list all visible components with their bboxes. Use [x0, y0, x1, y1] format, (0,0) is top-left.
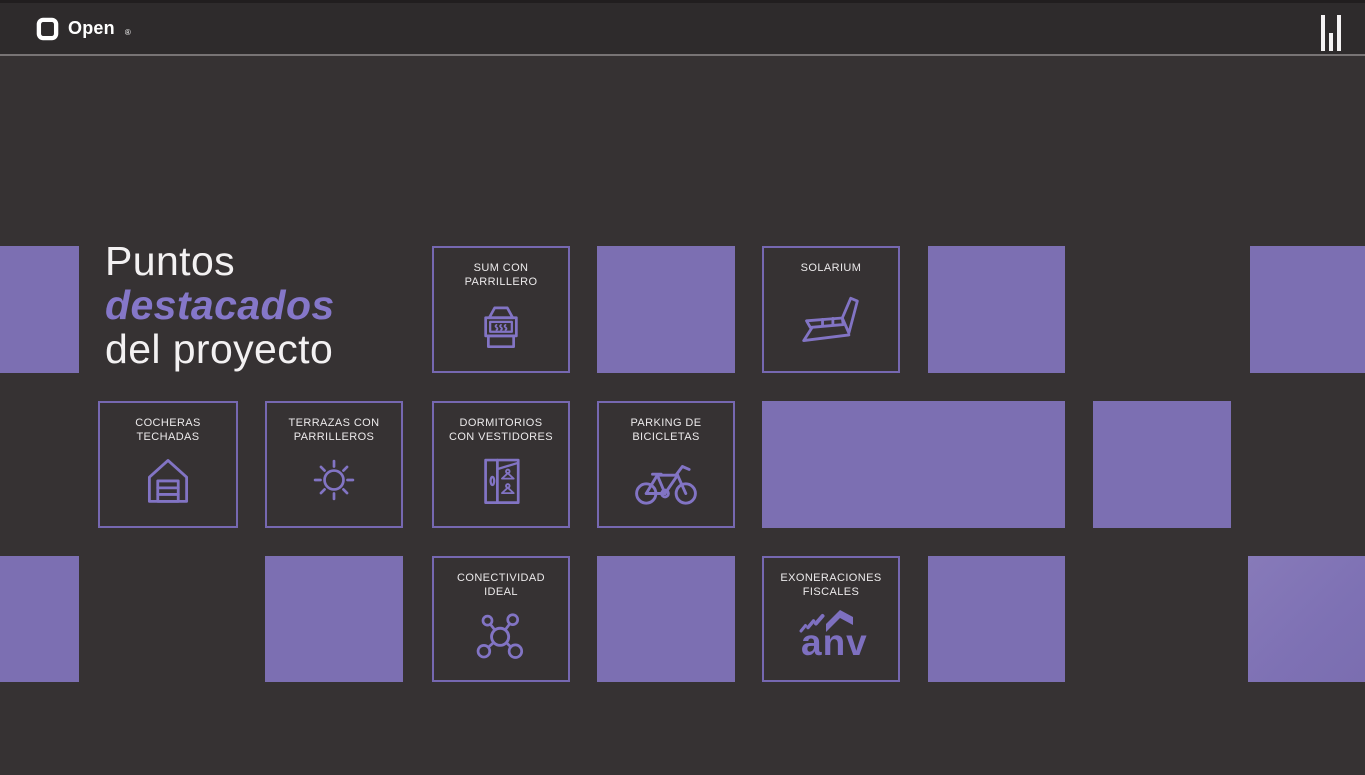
- brand-logo[interactable]: Open ®: [36, 16, 131, 41]
- card-label: SUM CON PARRILLERO: [448, 261, 554, 289]
- purple-tile: [928, 556, 1065, 682]
- title-line-2: destacados: [105, 283, 335, 327]
- menu-bar-right: [1337, 15, 1341, 51]
- purple-tile-wide: [762, 401, 1065, 528]
- card-label: PARKING DE BICICLETAS: [613, 416, 719, 444]
- page-title: Puntos destacados del proyecto: [105, 239, 335, 371]
- grill-icon: [440, 289, 562, 361]
- card-sum-con-parrillero: SUM CON PARRILLERO: [432, 246, 570, 373]
- garage-icon: [106, 444, 230, 516]
- title-line-1: Puntos: [105, 239, 335, 283]
- card-exoneraciones-fiscales: EXONERACIONES FISCALES anv: [762, 556, 900, 682]
- page: Open ® Puntos destacados del proyecto SU…: [0, 0, 1365, 775]
- menu-bar-left: [1321, 15, 1325, 51]
- brand-name: Open: [68, 16, 115, 40]
- anv-logo: anv: [770, 599, 892, 670]
- purple-tile: [597, 556, 735, 682]
- card-terrazas-con-parrilleros: TERRAZAS CON PARRILLEROS: [265, 401, 403, 528]
- card-label: TERRAZAS CON PARRILLEROS: [281, 416, 387, 444]
- top-bar: Open ®: [0, 0, 1365, 56]
- purple-tile: [0, 556, 79, 682]
- sun-icon: [273, 444, 395, 516]
- purple-tile-textured: [1248, 556, 1365, 682]
- lounge-chair-icon: [770, 275, 892, 361]
- purple-tile: [1093, 401, 1231, 528]
- card-label: CONECTIVIDAD IDEAL: [448, 571, 554, 599]
- menu-bars-icon[interactable]: [1321, 15, 1341, 51]
- network-icon: [440, 599, 562, 670]
- purple-tile: [1250, 246, 1365, 373]
- menu-bar-middle: [1329, 33, 1333, 51]
- registered-mark: ®: [125, 28, 131, 37]
- card-conectividad-ideal: CONECTIVIDAD IDEAL: [432, 556, 570, 682]
- wardrobe-icon: [440, 444, 562, 516]
- card-label: EXONERACIONES FISCALES: [778, 571, 884, 599]
- purple-tile: [265, 556, 403, 682]
- card-dormitorios-con-vestidores: DORMITORIOS CON VESTIDORES: [432, 401, 570, 528]
- card-cocheras-techadas: COCHERAS TECHADAS: [98, 401, 238, 528]
- title-line-3: del proyecto: [105, 327, 335, 371]
- card-label: DORMITORIOS CON VESTIDORES: [448, 416, 554, 444]
- card-parking-de-bicicletas: PARKING DE BICICLETAS: [597, 401, 735, 528]
- bicycle-icon: [605, 444, 727, 516]
- purple-tile: [597, 246, 735, 373]
- card-label: SOLARIUM: [801, 261, 862, 275]
- purple-tile: [928, 246, 1065, 373]
- card-solarium: SOLARIUM: [762, 246, 900, 373]
- card-label: COCHERAS TECHADAS: [115, 416, 221, 444]
- purple-tile: [0, 246, 79, 373]
- anv-logo-text: anv: [801, 624, 868, 661]
- open-logo-icon: [36, 17, 59, 41]
